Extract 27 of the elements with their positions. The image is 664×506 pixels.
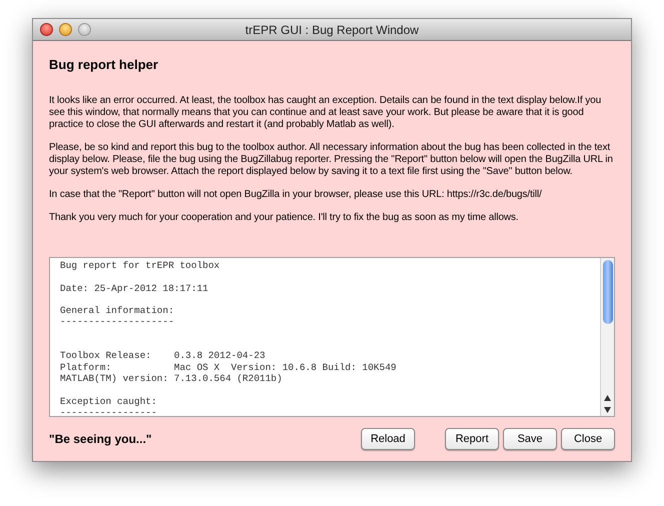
report-line: Platform: Mac OS X Version: 10.6.8 Build: 10K549 xyxy=(60,362,398,373)
report-line: -------------------- xyxy=(60,316,176,328)
report-line: MATLAB(TM) version: 7.13.0.564 (R2011b) xyxy=(60,372,284,384)
button[interactable]: Save xyxy=(503,428,557,450)
button[interactable]: Report xyxy=(445,428,499,450)
scroll-down-icon[interactable] xyxy=(604,407,611,413)
paragraph: Thank you very much for your cooperation and your patience. I'll try to fix the bug as soon as my time allows. xyxy=(49,212,520,224)
report-line: ----------------- xyxy=(60,406,158,416)
window-title: trEPR GUI : Bug Report Window xyxy=(245,22,419,38)
report-line: Date: 25-Apr-2012 18:17:11 xyxy=(60,282,210,294)
report-line: Exception caught: xyxy=(60,396,158,407)
paragraph: It looks like an error occurred. At least, the toolbox has caught an exception. Details can be found in the text display below.If you see this window, that normally means that you can continue and at least save your work. But please be aware that it is good practice to close the GUI afterwards and restart it (and probably Matlab as well). xyxy=(49,94,602,130)
scrollbar[interactable] xyxy=(600,258,614,416)
report-line: Bug report for trEPR toolbox xyxy=(60,260,221,272)
button[interactable]: Close xyxy=(561,428,615,450)
heading: Bug report helper xyxy=(49,56,160,74)
close-icon[interactable] xyxy=(40,23,53,36)
paragraph: Please, be so kind and report this bug to the toolbox author. All necessary information about the bug has been collected in the text display below. Please, file the bug using the BugZillabug reporter. Pressing the "Report" button below will open the BugZilla URL in your system's web browser. Attach the report displayed below by saving it to a text file first using the "Save" button below. xyxy=(49,142,614,178)
minimize-icon[interactable] xyxy=(59,23,72,36)
button[interactable]: Reload xyxy=(361,428,415,450)
paragraph: In case that the "Report" button will not open BugZilla in your browser, please use this URL: https://r3c.de/bugs/till/ xyxy=(49,188,543,200)
report-line: General information: xyxy=(60,305,176,316)
footer-text: "Be seeing you..." xyxy=(49,431,152,448)
zoom-icon[interactable] xyxy=(78,23,91,36)
report-line: Toolbox Release: 0.3.8 2012-04-23 xyxy=(60,350,266,362)
scroll-up-icon[interactable] xyxy=(604,395,611,401)
scroll-thumb[interactable] xyxy=(602,260,612,324)
